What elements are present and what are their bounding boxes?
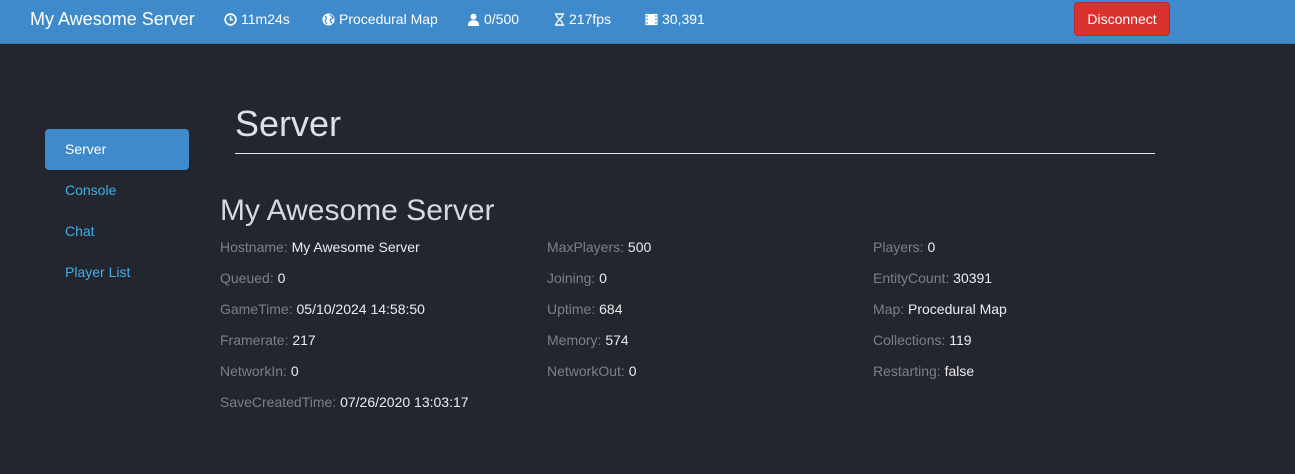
info-key: EntityCount: xyxy=(873,270,950,286)
info-gametime: GameTime: 05/10/2024 14:58:50 xyxy=(220,300,540,331)
info-value: 217 xyxy=(292,332,316,348)
stat-fps-text: 217fps xyxy=(569,11,612,27)
info-networkout: NetworkOut: 0 xyxy=(547,362,867,393)
info-key: Framerate: xyxy=(220,332,289,348)
info-value: Procedural Map xyxy=(908,301,1007,317)
info-map: Map: Procedural Map xyxy=(873,300,1193,331)
stat-players: 0/500 xyxy=(467,11,519,27)
sidebar-item-console[interactable]: Console xyxy=(45,170,189,211)
info-hostname: Hostname: My Awesome Server xyxy=(220,238,540,269)
top-navbar: My Awesome Server 11m24s Procedural Map … xyxy=(0,0,1295,44)
info-key: Restarting: xyxy=(873,363,941,379)
info-value: 0 xyxy=(599,270,607,286)
info-key: Players: xyxy=(873,239,924,255)
info-key: Queued: xyxy=(220,270,274,286)
sidebar-item-chat[interactable]: Chat xyxy=(45,211,189,252)
info-value: 0 xyxy=(290,363,299,379)
globe-icon xyxy=(322,12,335,26)
disconnect-button[interactable]: Disconnect xyxy=(1074,2,1170,36)
info-key: Uptime: xyxy=(547,301,596,317)
hourglass-icon xyxy=(554,12,565,26)
info-key: Map: xyxy=(873,301,905,317)
info-value: 05/10/2024 14:58:50 xyxy=(296,301,425,317)
info-key: Hostname: xyxy=(220,239,288,255)
info-uptime: Uptime: 684 xyxy=(547,300,867,331)
sidebar-item-player-list[interactable]: Player List xyxy=(45,252,189,293)
info-key: GameTime: xyxy=(220,301,293,317)
info-key: Collections: xyxy=(873,332,946,348)
info-value: 119 xyxy=(949,332,972,348)
info-column-1: Hostname: My Awesome Server Queued: 0 Ga… xyxy=(220,238,540,424)
info-restarting: Restarting: false xyxy=(873,362,1193,393)
info-value: 500 xyxy=(627,239,652,255)
stat-uptime: 11m24s xyxy=(224,11,290,27)
info-value: 0 xyxy=(927,239,936,255)
info-key: Memory: xyxy=(547,332,602,348)
info-value: 30391 xyxy=(953,270,993,286)
info-key: NetworkIn: xyxy=(220,363,287,379)
info-players: Players: 0 xyxy=(873,238,1193,269)
brand-title[interactable]: My Awesome Server xyxy=(30,9,195,29)
info-key: MaxPlayers: xyxy=(547,239,625,255)
info-value: 07/26/2020 13:03:17 xyxy=(340,394,469,410)
info-key: SaveCreatedTime: xyxy=(220,394,337,410)
clock-icon xyxy=(224,12,237,26)
stat-entities-text: 30,391 xyxy=(662,11,705,27)
stat-fps: 217fps xyxy=(554,11,611,27)
info-collections: Collections: 119 xyxy=(873,331,1193,362)
stat-players-text: 0/500 xyxy=(484,11,520,27)
info-maxplayers: MaxPlayers: 500 xyxy=(547,238,867,269)
stat-uptime-text: 11m24s xyxy=(241,11,290,27)
stat-entities: 30,391 xyxy=(645,11,705,27)
sidebar-nav: Server Console Chat Player List xyxy=(45,129,189,293)
server-name-heading: My Awesome Server xyxy=(220,194,495,227)
info-value: 0 xyxy=(277,270,286,286)
info-key: NetworkOut: xyxy=(547,363,625,379)
stat-map: Procedural Map xyxy=(322,11,438,27)
info-networkin: NetworkIn: 0 xyxy=(220,362,540,393)
info-framerate: Framerate: 217 xyxy=(220,331,540,362)
info-entitycount: EntityCount: 30391 xyxy=(873,269,1193,300)
info-value: false xyxy=(944,363,975,379)
info-joining: Joining: 0 xyxy=(547,269,867,300)
info-queued: Queued: 0 xyxy=(220,269,540,300)
page-title: Server xyxy=(235,103,342,144)
info-column-2: MaxPlayers: 500 Joining: 0 Uptime: 684 M… xyxy=(547,238,867,393)
info-savecreatedtime: SaveCreatedTime: 07/26/2020 13:03:17 xyxy=(220,393,540,424)
title-divider xyxy=(235,153,1155,154)
film-icon xyxy=(645,13,658,25)
info-value: 684 xyxy=(599,301,623,317)
info-memory: Memory: 574 xyxy=(547,331,867,362)
info-value: 0 xyxy=(628,363,637,379)
sidebar-item-server[interactable]: Server xyxy=(45,129,189,170)
stat-map-text: Procedural Map xyxy=(339,11,438,27)
user-icon xyxy=(467,13,480,26)
info-column-3: Players: 0 EntityCount: 30391 Map: Proce… xyxy=(873,238,1193,393)
info-value: My Awesome Server xyxy=(291,239,420,255)
info-value: 574 xyxy=(605,332,629,348)
info-key: Joining: xyxy=(547,270,596,286)
